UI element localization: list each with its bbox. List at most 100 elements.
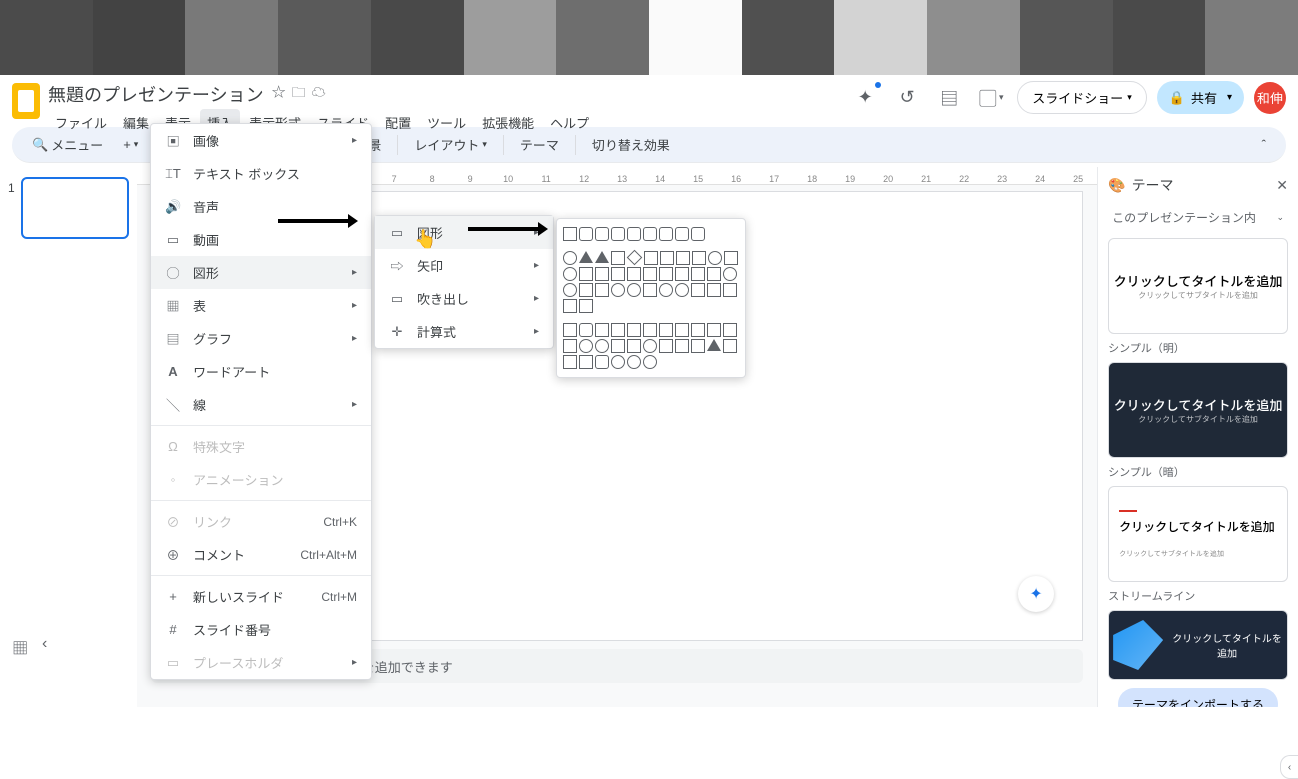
shape-option[interactable] xyxy=(611,267,625,281)
theme-button[interactable]: テーマ xyxy=(512,131,567,158)
menu-wordart[interactable]: Aワードアート xyxy=(151,355,371,388)
shape-option[interactable] xyxy=(579,323,593,337)
shape-option[interactable] xyxy=(579,283,593,297)
shape-option[interactable] xyxy=(708,251,722,265)
shape-option[interactable] xyxy=(643,283,657,297)
menu-image[interactable]: ▣画像▸ xyxy=(151,124,371,157)
shape-option[interactable] xyxy=(579,355,593,369)
shape-option[interactable] xyxy=(724,251,738,265)
shape-option[interactable] xyxy=(723,267,737,281)
shape-option[interactable] xyxy=(579,339,593,353)
shape-option[interactable] xyxy=(707,339,721,351)
doc-title[interactable]: 無題のプレゼンテーション xyxy=(48,81,264,107)
side-panel-expand[interactable]: ‹ xyxy=(1280,755,1298,779)
slide-thumbnail[interactable] xyxy=(21,177,129,239)
shape-option[interactable] xyxy=(595,283,609,297)
shape-option[interactable] xyxy=(627,227,641,241)
submenu-callouts[interactable]: ▭吹き出し▸ xyxy=(375,282,553,315)
shape-option[interactable] xyxy=(563,339,577,353)
shape-option[interactable] xyxy=(723,339,737,353)
explore-fab[interactable]: ✦ xyxy=(1018,576,1054,612)
slides-logo[interactable] xyxy=(12,83,40,119)
shape-option[interactable] xyxy=(643,339,657,353)
comments-icon[interactable]: ▤ xyxy=(933,82,965,114)
menu-new-slide[interactable]: +新しいスライドCtrl+M xyxy=(151,580,371,613)
shape-option[interactable] xyxy=(659,339,673,353)
shape-option[interactable] xyxy=(675,227,689,241)
meet-icon[interactable]: ▢▾ xyxy=(975,82,1007,114)
shape-option[interactable] xyxy=(644,251,658,265)
new-slide-button[interactable]: + ▾ xyxy=(115,133,146,156)
collapse-panel-icon[interactable]: ‹ xyxy=(42,635,47,659)
theme-card-simple-light[interactable]: クリックしてタイトルを追加 クリックしてサブタイトルを追加 xyxy=(1108,238,1288,334)
shape-option[interactable] xyxy=(627,323,641,337)
shape-option[interactable] xyxy=(563,283,577,297)
menu-slide-number[interactable]: #スライド番号 xyxy=(151,613,371,646)
gemini-icon[interactable]: ✦ xyxy=(849,82,881,114)
shape-option[interactable] xyxy=(595,355,609,369)
layout-button[interactable]: レイアウト ▾ xyxy=(406,131,495,158)
menu-chart[interactable]: ▤グラフ▸ xyxy=(151,322,371,355)
shape-option[interactable] xyxy=(611,227,625,241)
shape-option[interactable] xyxy=(595,227,609,241)
shape-option[interactable] xyxy=(595,267,609,281)
shape-option[interactable] xyxy=(675,267,689,281)
submenu-equation[interactable]: ✛計算式▸ xyxy=(375,315,553,348)
cloud-icon[interactable]: ☁ xyxy=(312,82,326,106)
shape-option[interactable] xyxy=(676,251,690,265)
shape-option[interactable] xyxy=(563,355,577,369)
shape-option[interactable] xyxy=(643,355,657,369)
menu-textbox[interactable]: ⌶Tテキスト ボックス xyxy=(151,157,371,190)
menu-shape[interactable]: ◯図形▸ xyxy=(151,256,371,289)
shape-option[interactable] xyxy=(627,355,641,369)
shape-option[interactable] xyxy=(611,251,625,265)
shape-option[interactable] xyxy=(611,355,625,369)
shape-option[interactable] xyxy=(595,339,609,353)
shape-option[interactable] xyxy=(691,339,705,353)
history-icon[interactable]: ↺ xyxy=(891,82,923,114)
shape-option[interactable] xyxy=(723,283,737,297)
menu-line[interactable]: ╲線▸ xyxy=(151,388,371,421)
shape-option[interactable] xyxy=(627,339,641,353)
shape-option[interactable] xyxy=(691,323,705,337)
shape-option[interactable] xyxy=(563,299,577,313)
import-theme-button[interactable]: テーマをインポートする xyxy=(1118,688,1278,707)
shape-option[interactable] xyxy=(643,267,657,281)
shape-option[interactable] xyxy=(627,250,643,266)
collapse-toolbar-icon[interactable]: ˆ xyxy=(1254,133,1274,156)
shape-option[interactable] xyxy=(579,251,593,263)
slideshow-button[interactable]: スライドショー ▾ xyxy=(1017,81,1147,114)
move-icon[interactable]: 🗀 xyxy=(292,82,306,106)
share-button[interactable]: 🔒 共有 ▾ xyxy=(1157,81,1244,114)
menu-comment[interactable]: ⊕コメントCtrl+Alt+M xyxy=(151,538,371,571)
shape-option[interactable] xyxy=(579,299,593,313)
star-icon[interactable]: ☆ xyxy=(272,82,286,106)
shape-option[interactable] xyxy=(627,267,641,281)
menu-table[interactable]: ▦表▸ xyxy=(151,289,371,322)
shape-option[interactable] xyxy=(675,283,689,297)
shape-option[interactable] xyxy=(563,251,577,265)
shape-option[interactable] xyxy=(659,267,673,281)
shape-option[interactable] xyxy=(627,283,641,297)
shape-option[interactable] xyxy=(579,267,593,281)
theme-card-streamline[interactable]: クリックしてタイトルを追加 クリックしてサブタイトルを追加 xyxy=(1108,486,1288,582)
theme-card-focus[interactable]: クリックしてタイトルを追加 xyxy=(1108,610,1288,680)
shape-option[interactable] xyxy=(659,283,673,297)
shape-option[interactable] xyxy=(563,267,577,281)
submenu-arrows[interactable]: ⇨矢印▸ xyxy=(375,249,553,282)
shape-option[interactable] xyxy=(707,283,721,297)
shape-option[interactable] xyxy=(659,323,673,337)
shape-option[interactable] xyxy=(595,323,609,337)
grid-view-icon[interactable]: ▦ xyxy=(12,635,28,659)
close-icon[interactable]: ✕ xyxy=(1276,177,1288,194)
shape-option[interactable] xyxy=(643,323,657,337)
shape-option[interactable] xyxy=(675,323,689,337)
shape-option[interactable] xyxy=(563,323,577,337)
shape-option[interactable] xyxy=(691,283,705,297)
shape-option[interactable] xyxy=(611,283,625,297)
shape-option[interactable] xyxy=(579,227,593,241)
shape-option[interactable] xyxy=(659,227,673,241)
shape-option[interactable] xyxy=(643,227,657,241)
shape-option[interactable] xyxy=(563,227,577,241)
shape-option[interactable] xyxy=(692,251,706,265)
